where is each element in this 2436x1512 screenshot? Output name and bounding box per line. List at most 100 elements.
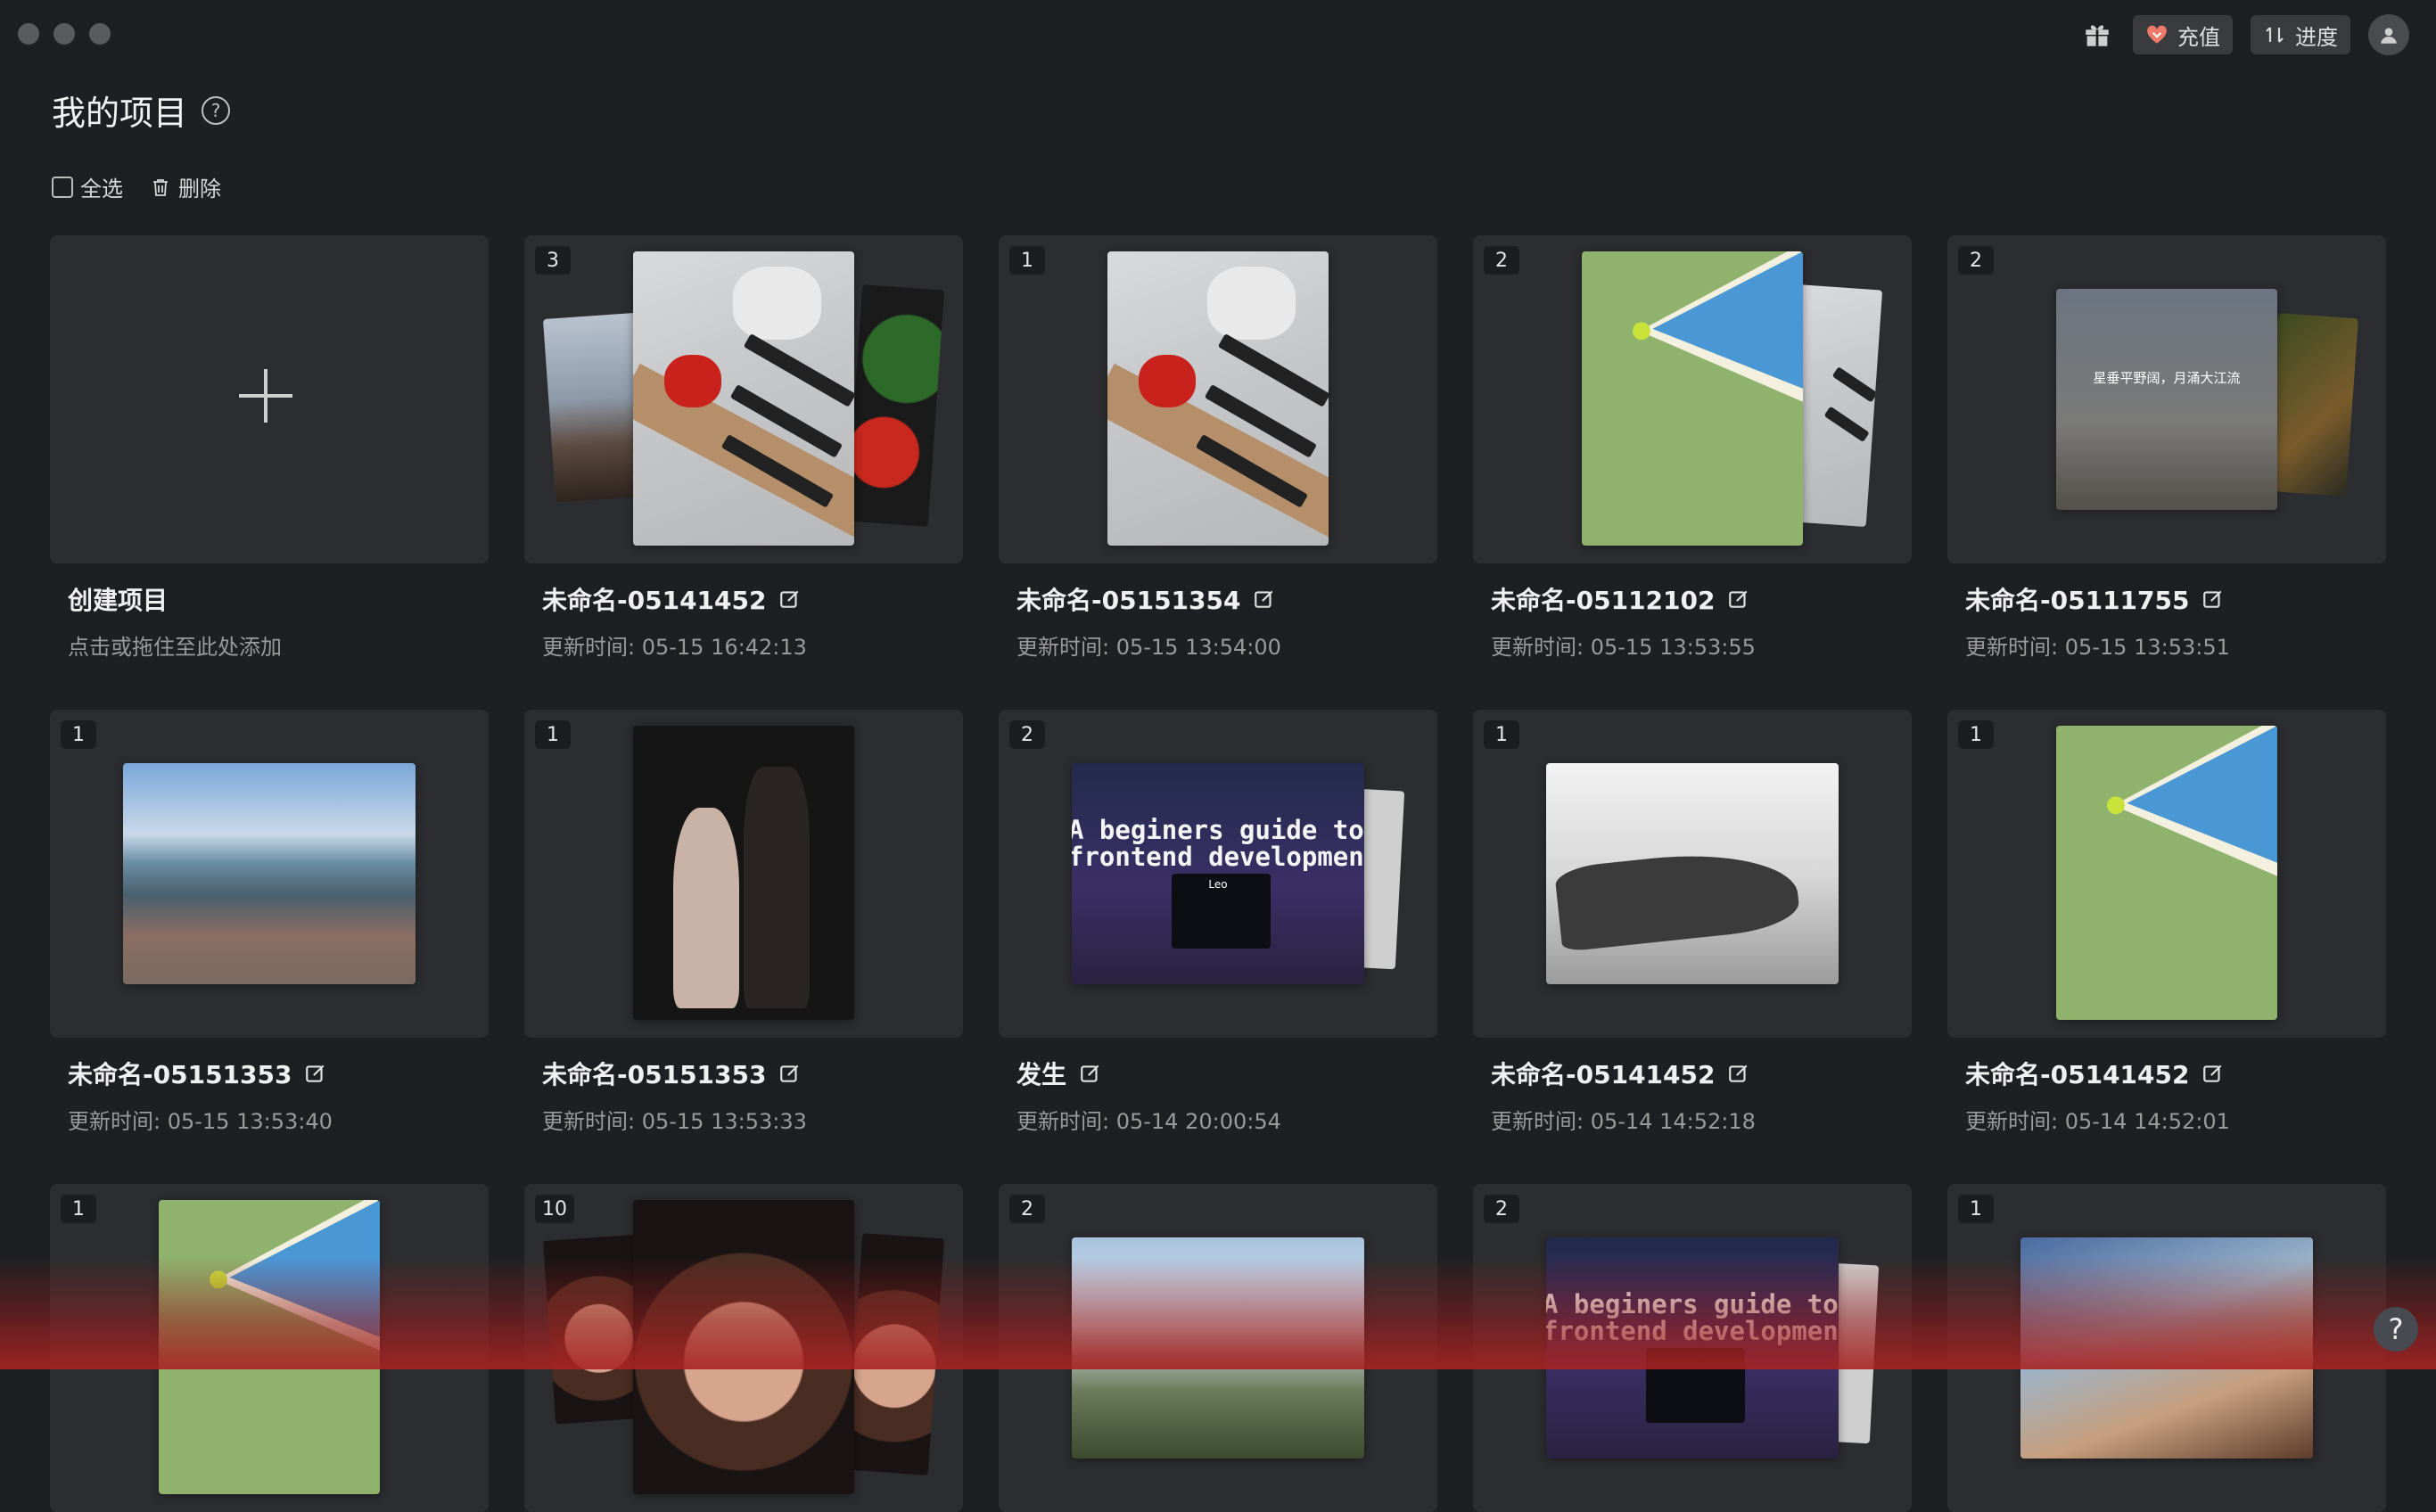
project-card[interactable]: 2 A beginers guide to frontend developme… (999, 710, 1437, 1135)
project-updated-time: 更新时间: 05-15 13:53:40 (68, 1104, 489, 1135)
project-card[interactable]: 1 (50, 1184, 489, 1512)
project-name: 未命名-05112102 (1491, 581, 1715, 617)
project-card[interactable]: 3 未命名-05141452 更新时间: 05-15 16:42:13 (524, 235, 963, 661)
project-thumb[interactable]: 2 (999, 1184, 1437, 1512)
thumb-image (846, 1233, 944, 1475)
edit-icon[interactable] (778, 1062, 802, 1085)
edit-icon[interactable] (1727, 588, 1750, 611)
project-thumb[interactable]: 1 (1947, 1184, 2386, 1512)
project-thumb[interactable]: 1 (999, 235, 1437, 563)
project-updated-time: 更新时间: 05-15 13:53:55 (1491, 629, 1912, 661)
delete-label: 删除 (178, 171, 221, 202)
image-count-badge: 1 (1958, 720, 1994, 749)
recharge-label: 充值 (2177, 20, 2220, 51)
image-count-badge: 10 (535, 1195, 574, 1223)
thumb-image (123, 763, 416, 984)
project-thumb[interactable]: 2 A beginers guide to frontend developme… (1473, 1184, 1912, 1512)
recharge-icon (2145, 23, 2169, 46)
checkbox-icon (52, 177, 73, 198)
image-count-badge: 2 (1009, 720, 1045, 749)
thumb-caption: A beginers guide to frontend development (1546, 1291, 1839, 1344)
thumb-image: A beginers guide to frontend development… (1072, 763, 1364, 984)
progress-button[interactable]: 进度 (2251, 15, 2350, 54)
thumb-image (1107, 251, 1329, 546)
project-card[interactable]: 1 未命名-05151354 更新时间: 05-15 13:54:00 (999, 235, 1437, 661)
project-card[interactable]: 1 未命名-05141452 更新时间: 05-14 14:52:18 (1473, 710, 1912, 1135)
project-card[interactable]: 10 (524, 1184, 963, 1512)
project-updated-time: 更新时间: 05-15 13:53:51 (1965, 629, 2386, 661)
image-count-badge: 3 (535, 246, 571, 275)
project-updated-time: 更新时间: 05-14 20:00:54 (1016, 1104, 1437, 1135)
plus-icon (239, 369, 292, 423)
project-thumb[interactable]: 2 (1473, 235, 1912, 563)
project-thumb[interactable]: 1 (1947, 710, 2386, 1038)
edit-icon[interactable] (1727, 1062, 1750, 1085)
project-thumb[interactable]: 2 A beginers guide to frontend developme… (999, 710, 1437, 1038)
maximize-window-button[interactable] (89, 23, 111, 45)
trash-icon (150, 177, 171, 198)
thumb-image: A beginers guide to frontend development (1546, 1237, 1839, 1459)
question-circle-icon[interactable]: ? (202, 96, 230, 125)
create-project-card[interactable]: 创建项目 点击或拖住至此处添加 (50, 235, 489, 661)
project-updated-time: 更新时间: 05-14 14:52:18 (1491, 1104, 1912, 1135)
recharge-button[interactable]: 充值 (2133, 15, 2233, 54)
project-name: 发生 (1016, 1056, 1066, 1091)
image-count-badge: 1 (61, 1195, 96, 1223)
project-card[interactable]: 1 未命名-05141452 更新时间: 05-14 14:52:01 (1947, 710, 2386, 1135)
project-card[interactable]: 1 未命名-05151353 更新时间: 05-15 13:53:40 (50, 710, 489, 1135)
user-avatar-button[interactable] (2368, 14, 2409, 55)
gift-button[interactable] (2079, 16, 2115, 53)
thumb-image (633, 1200, 854, 1494)
thumb-image (1546, 763, 1839, 984)
user-icon (2377, 23, 2400, 46)
toolbar: 全选 删除 (52, 171, 221, 202)
thumb-image (2056, 726, 2277, 1020)
project-thumb[interactable]: 1 (524, 710, 963, 1038)
image-count-badge: 2 (1009, 1195, 1045, 1223)
project-card[interactable]: 2 星垂平野阔，月涌大江流 未命名-05111755 更新时间: 05-15 1… (1947, 235, 2386, 661)
poster-text: 星垂平野阔，月涌大江流 (2056, 368, 2277, 387)
edit-icon[interactable] (1253, 588, 1276, 611)
minimize-window-button[interactable] (53, 23, 75, 45)
thumb-image (2266, 313, 2358, 497)
edit-icon[interactable] (304, 1062, 327, 1085)
create-project-title: 创建项目 (68, 581, 168, 617)
image-count-badge: 2 (1958, 246, 1994, 275)
project-thumb[interactable]: 1 (50, 1184, 489, 1512)
help-button[interactable]: ? (2374, 1307, 2418, 1352)
thumb-image (633, 726, 854, 1020)
select-all-label: 全选 (80, 171, 123, 202)
create-project-thumb[interactable] (50, 235, 489, 563)
thumb-caption: A beginers guide to frontend development (1072, 817, 1364, 870)
title-bar: 充值 进度 (0, 0, 2436, 70)
project-thumb[interactable]: 2 星垂平野阔，月涌大江流 (1947, 235, 2386, 563)
project-thumb[interactable]: 1 (1473, 710, 1912, 1038)
edit-icon[interactable] (778, 588, 802, 611)
project-card[interactable]: 1 (1947, 1184, 2386, 1512)
project-name: 未命名-05141452 (1965, 1056, 2189, 1091)
thumb-image: 星垂平野阔，月涌大江流 (2056, 289, 2277, 510)
project-card[interactable]: 1 未命名-05151353 更新时间: 05-15 13:53:33 (524, 710, 963, 1135)
project-thumb[interactable]: 10 (524, 1184, 963, 1512)
thumb-image (2020, 1237, 2313, 1459)
page-title: 我的项目 ? (52, 86, 230, 135)
project-thumb[interactable]: 3 (524, 235, 963, 563)
project-name: 未命名-05151353 (68, 1056, 292, 1091)
project-card[interactable]: 2 (999, 1184, 1437, 1512)
top-actions: 充值 进度 (2079, 14, 2409, 55)
delete-button[interactable]: 删除 (150, 171, 221, 202)
project-name: 未命名-05141452 (1491, 1056, 1715, 1091)
project-card[interactable]: 2 未命名-05112102 更新时间: 05-15 13:53:55 (1473, 235, 1912, 661)
select-all-checkbox[interactable]: 全选 (52, 171, 123, 202)
edit-icon[interactable] (1079, 1062, 1102, 1085)
project-updated-time: 更新时间: 05-15 16:42:13 (542, 629, 963, 661)
page-title-text: 我的项目 (52, 86, 187, 135)
edit-icon[interactable] (2201, 1062, 2225, 1085)
thumb-image (159, 1200, 380, 1494)
gift-icon (2082, 20, 2112, 50)
image-count-badge: 2 (1484, 1195, 1519, 1223)
edit-icon[interactable] (2201, 588, 2225, 611)
project-card[interactable]: 2 A beginers guide to frontend developme… (1473, 1184, 1912, 1512)
project-thumb[interactable]: 1 (50, 710, 489, 1038)
close-window-button[interactable] (18, 23, 39, 45)
